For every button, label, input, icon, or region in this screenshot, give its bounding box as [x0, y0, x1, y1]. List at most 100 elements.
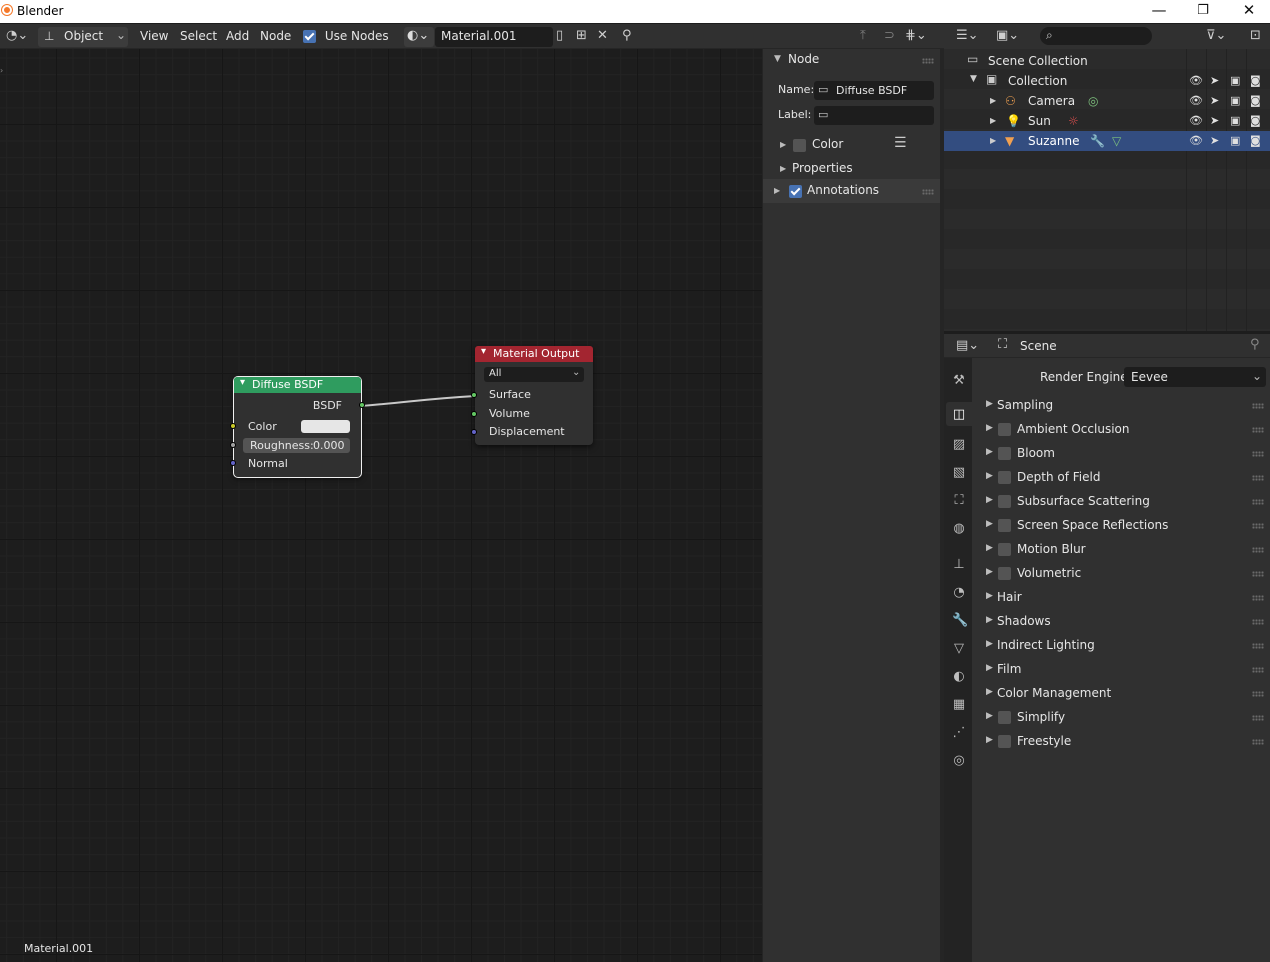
color-input-socket[interactable]: [230, 423, 236, 429]
sun-data-icon[interactable]: ☼: [1068, 114, 1079, 128]
color-panel-label[interactable]: Color: [812, 137, 843, 151]
panel-grip-icon[interactable]: [1252, 715, 1264, 721]
material-tab-icon[interactable]: ◐: [952, 670, 966, 684]
render-engine-dropdown[interactable]: Eevee ⌄: [1124, 367, 1266, 387]
editor-type-icon[interactable]: ▤⌄: [956, 338, 979, 353]
displacement-input-socket[interactable]: [471, 429, 477, 435]
panel-enable-checkbox[interactable]: [998, 543, 1011, 556]
new-collection-icon[interactable]: ⊡: [1250, 28, 1261, 43]
output-tab-icon[interactable]: ▨: [952, 438, 966, 452]
output-node-header[interactable]: Material Output: [475, 346, 593, 362]
close-button[interactable]: ✕: [1226, 0, 1270, 23]
outliner-row-suzanne[interactable]: ▶ ▼ Suzanne 🔧 ▽ 👁 ➤ ▣ ◙: [944, 131, 1270, 151]
panel-grip-icon[interactable]: [1252, 739, 1264, 745]
camera-render-icon[interactable]: ◙: [1250, 74, 1261, 87]
constraints-tab-icon[interactable]: ◎: [952, 754, 966, 768]
diffuse-node-header[interactable]: Diffuse BSDF: [234, 377, 361, 393]
output-target-dropdown[interactable]: All ⌄: [484, 367, 584, 382]
panel-grip-icon[interactable]: [1252, 523, 1264, 529]
annotations-panel-header[interactable]: ▶ Annotations: [763, 179, 941, 203]
color-swatch[interactable]: [301, 420, 350, 433]
camera-render-icon[interactable]: ◙: [1250, 94, 1261, 107]
panel-grip-icon[interactable]: [922, 189, 934, 195]
chevron-right-icon[interactable]: ▶: [986, 423, 993, 433]
eye-icon[interactable]: 👁: [1189, 114, 1203, 127]
modifier-tab-icon[interactable]: 🔧: [952, 614, 968, 628]
panel-freestyle[interactable]: ▶ Freestyle: [986, 732, 1270, 752]
modifier-wrench-icon[interactable]: 🔧: [1090, 134, 1105, 148]
panel-grip-icon[interactable]: [1252, 403, 1264, 409]
camera-render-icon[interactable]: ◙: [1250, 134, 1261, 147]
select-cursor-icon[interactable]: ➤: [1210, 74, 1219, 87]
chevron-right-icon[interactable]: ▶: [986, 447, 993, 457]
minimize-button[interactable]: —: [1136, 0, 1182, 23]
panel-grip-icon[interactable]: [1252, 691, 1264, 697]
chevron-right-icon[interactable]: ▶: [986, 687, 993, 697]
panel-film[interactable]: ▶ Film: [986, 660, 1270, 680]
material-output-node[interactable]: Material Output All ⌄ Surface Volume Dis…: [471, 346, 593, 445]
chevron-right-icon[interactable]: ▶: [990, 116, 996, 125]
panel-grip-icon[interactable]: [1252, 619, 1264, 625]
panel-enable-checkbox[interactable]: [998, 423, 1011, 436]
chevron-right-icon[interactable]: ▶: [986, 399, 993, 409]
mesh-data-icon[interactable]: ▽: [1112, 134, 1121, 148]
filter-icon[interactable]: ⊽⌄: [1206, 28, 1226, 43]
camera-data-icon[interactable]: ◎: [1088, 94, 1098, 108]
bsdf-output-socket[interactable]: [359, 402, 365, 408]
chevron-right-icon[interactable]: ▶: [986, 567, 993, 577]
color-presets-icon[interactable]: ☰: [894, 135, 907, 151]
panel-indirect-lighting[interactable]: ▶ Indirect Lighting: [986, 636, 1270, 656]
panel-grip-icon[interactable]: [1252, 643, 1264, 649]
texture-tab-icon[interactable]: ▦: [952, 698, 966, 712]
chevron-right-icon[interactable]: ▶: [986, 543, 993, 553]
pin-icon[interactable]: ⚲: [1250, 337, 1260, 352]
panel-grip-icon[interactable]: [1252, 451, 1264, 457]
volume-input-socket[interactable]: [471, 411, 477, 417]
panel-ambient-occlusion[interactable]: ▶ Ambient Occlusion: [986, 420, 1270, 440]
panel-depth-of-field[interactable]: ▶ Depth of Field: [986, 468, 1270, 488]
outliner-row-camera[interactable]: ▶ ⚇ Camera ◎ 👁 ➤ ▣ ◙: [944, 91, 1270, 111]
viewport-icon[interactable]: ▣: [1230, 114, 1240, 127]
panel-shadows[interactable]: ▶ Shadows: [986, 612, 1270, 632]
panel-motion-blur[interactable]: ▶ Motion Blur: [986, 540, 1270, 560]
editor-type-icon[interactable]: ☰⌄: [956, 28, 979, 43]
panel-grip-icon[interactable]: [1252, 595, 1264, 601]
outliner-row-scene-collection[interactable]: ▭ Scene Collection: [944, 51, 1270, 71]
chevron-right-icon[interactable]: ▶: [986, 615, 993, 625]
color-toggle[interactable]: [793, 138, 806, 152]
chevron-right-icon[interactable]: ▶: [774, 186, 780, 195]
object-tab-icon[interactable]: ⊥: [952, 558, 966, 572]
chevron-right-icon[interactable]: ▶: [986, 471, 993, 481]
chevron-right-icon[interactable]: ▶: [986, 711, 993, 721]
panel-collapse-icon[interactable]: ▼: [774, 54, 781, 64]
chevron-right-icon[interactable]: ▶: [986, 591, 993, 601]
chevron-right-icon[interactable]: ▶: [990, 96, 996, 105]
panel-enable-checkbox[interactable]: [998, 519, 1011, 532]
panel-bloom[interactable]: ▶ Bloom: [986, 444, 1270, 464]
panel-sampling[interactable]: ▶ Sampling: [986, 396, 1270, 416]
surface-input-socket[interactable]: [471, 392, 477, 398]
panel-volumetric[interactable]: ▶ Volumetric: [986, 564, 1270, 584]
viewport-icon[interactable]: ▣: [1230, 94, 1240, 107]
outliner-row-collection[interactable]: ▼ ▣ Collection 👁 ➤ ▣ ◙: [944, 71, 1270, 91]
normal-input-socket[interactable]: [230, 460, 236, 466]
panel-grip-icon[interactable]: [1252, 571, 1264, 577]
world-tab-icon[interactable]: ◍: [952, 522, 966, 536]
panel-subsurface-scattering[interactable]: ▶ Subsurface Scattering: [986, 492, 1270, 512]
panel-color-management[interactable]: ▶ Color Management: [986, 684, 1270, 704]
physics-tab-icon[interactable]: ◔: [952, 586, 966, 600]
eye-icon[interactable]: 👁: [1189, 94, 1203, 107]
particles-tab-icon[interactable]: ⋰: [952, 726, 966, 740]
scene-tab-icon[interactable]: ⛶: [952, 494, 966, 508]
chevron-right-icon[interactable]: ▶: [986, 735, 993, 745]
panel-grip-icon[interactable]: [922, 58, 934, 64]
panel-enable-checkbox[interactable]: [998, 447, 1011, 460]
chevron-down-icon[interactable]: ▼: [970, 74, 977, 84]
maximize-button[interactable]: ❐: [1180, 0, 1226, 23]
view-layer-tab-icon[interactable]: ▧: [952, 466, 966, 480]
select-cursor-icon[interactable]: ➤: [1210, 114, 1219, 127]
viewport-icon[interactable]: ▣: [1230, 134, 1240, 147]
mesh-data-tab-icon[interactable]: ▽: [952, 642, 966, 656]
properties-panel-label[interactable]: Properties: [792, 161, 853, 175]
panel-enable-checkbox[interactable]: [998, 495, 1011, 508]
